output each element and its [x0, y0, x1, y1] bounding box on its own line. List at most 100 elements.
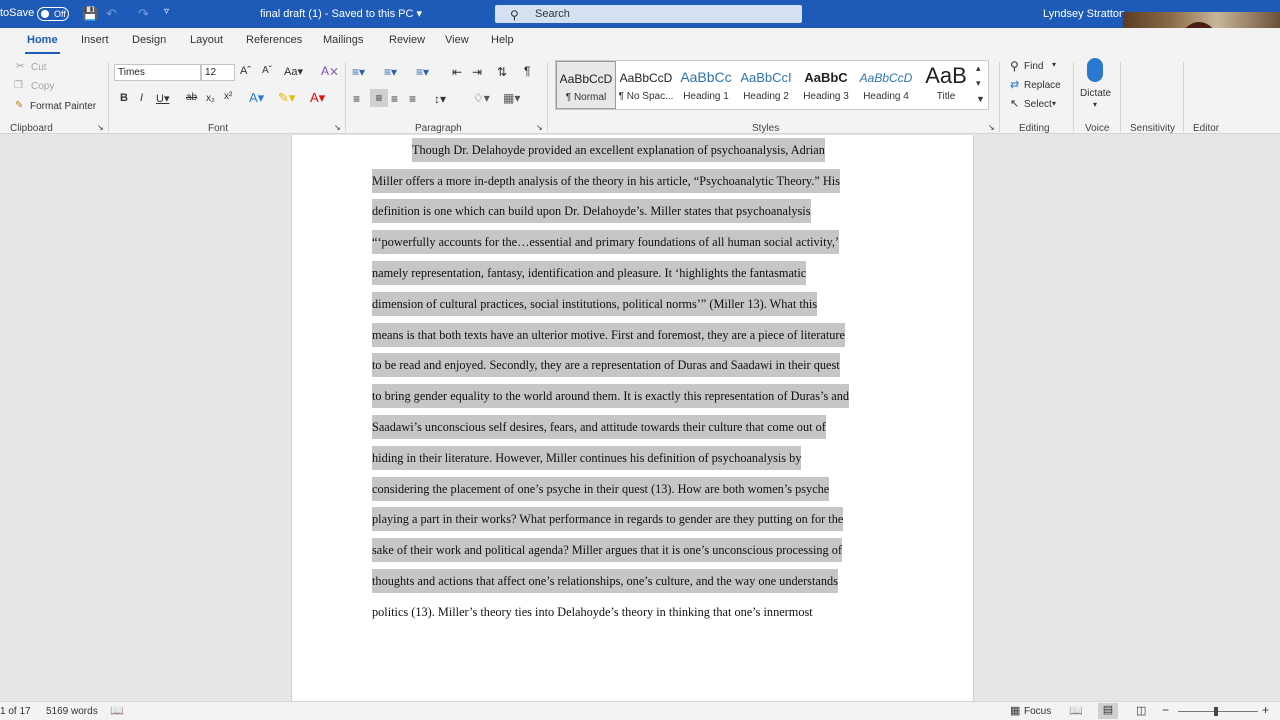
dictate-button[interactable]: Dictate — [1080, 88, 1111, 99]
styles-launcher-icon[interactable]: ↘ — [988, 123, 995, 132]
underline-icon[interactable]: U▾ — [156, 92, 169, 105]
document-title[interactable]: final draft (1) - Saved to this PC ▾ — [260, 7, 422, 20]
change-case-icon[interactable]: Aa▾ — [284, 65, 303, 78]
text-line[interactable]: means is that both texts have an ulterio… — [372, 323, 845, 347]
format-painter-button[interactable]: Format Painter — [30, 101, 96, 112]
tab-references[interactable]: References — [246, 34, 302, 46]
format-painter-icon[interactable]: ✎ — [15, 100, 23, 111]
text-line[interactable]: thoughts and actions that affect one’s r… — [372, 569, 838, 593]
read-mode-icon[interactable]: 📖 — [1069, 704, 1083, 717]
tab-view[interactable]: View — [445, 34, 469, 46]
focus-icon[interactable]: ▦ — [1010, 704, 1020, 717]
style-no-spacing[interactable]: AaBbCcD ¶ No Spac... — [616, 61, 676, 109]
align-left-icon[interactable]: ≡ — [353, 92, 360, 106]
text-effects-icon[interactable]: A▾ — [249, 90, 264, 106]
styles-scroll-up-icon[interactable]: ▴ — [976, 63, 981, 74]
find-button[interactable]: Find — [1024, 61, 1043, 72]
tab-review[interactable]: Review — [389, 34, 425, 46]
subscript-icon[interactable]: x₂ — [206, 93, 215, 104]
bullets-icon[interactable]: ≡▾ — [352, 65, 365, 79]
shading-icon[interactable]: ♢▾ — [473, 91, 490, 105]
bold-icon[interactable]: B — [120, 92, 128, 104]
tab-help[interactable]: Help — [491, 34, 514, 46]
style-normal[interactable]: AaBbCcD ¶ Normal — [556, 61, 616, 109]
line-spacing-icon[interactable]: ↕▾ — [434, 92, 446, 106]
style-heading-2[interactable]: AaBbCcI Heading 2 — [736, 61, 796, 109]
sort-icon[interactable]: ⇅ — [497, 65, 507, 79]
text-line[interactable]: definition is one which can build upon D… — [372, 199, 811, 223]
cut-button[interactable]: Cut — [31, 62, 47, 73]
customize-qat-icon[interactable]: ▿ — [164, 6, 169, 17]
font-family-select[interactable]: Times — [114, 64, 201, 81]
text-line[interactable]: to be read and enjoyed. Secondly, they a… — [372, 353, 840, 377]
redo-icon[interactable]: ↷ — [138, 6, 149, 22]
text-line[interactable]: “‘powerfully accounts for the…essential … — [372, 230, 840, 254]
page-count[interactable]: 1 of 17 — [0, 706, 31, 717]
shrink-font-icon[interactable]: Aˇ — [262, 65, 272, 76]
font-size-select[interactable]: 12 — [201, 64, 235, 81]
text-line[interactable]: namely representation, fantasy, identifi… — [372, 261, 807, 285]
decrease-indent-icon[interactable]: ⇤ — [452, 65, 462, 79]
undo-icon[interactable]: ↶ — [106, 6, 117, 22]
save-icon[interactable]: 💾 — [82, 6, 98, 22]
text-line[interactable]: to bring gender equality to the world ar… — [372, 384, 850, 408]
text-line[interactable]: Saadawi’s unconscious self desires, fear… — [372, 415, 826, 439]
align-right-icon[interactable]: ≡ — [391, 92, 398, 106]
search-box[interactable]: ⚲ Search — [495, 5, 802, 23]
tab-layout[interactable]: Layout — [190, 34, 223, 46]
web-layout-icon[interactable]: ◫ — [1136, 704, 1146, 717]
replace-icon[interactable]: ⇄ — [1010, 78, 1019, 91]
justify-icon[interactable]: ≡ — [409, 92, 416, 106]
styles-more-icon[interactable]: ▼ — [976, 94, 985, 104]
zoom-out-icon[interactable]: − — [1162, 703, 1169, 717]
zoom-in-icon[interactable]: + — [1262, 703, 1269, 717]
font-color-icon[interactable]: A▾ — [310, 90, 325, 106]
select-icon[interactable]: ↖ — [1010, 97, 1019, 110]
tab-mailings[interactable]: Mailings — [323, 34, 363, 46]
copy-icon[interactable]: ❐ — [14, 80, 23, 91]
find-icon[interactable]: ⚲ — [1010, 59, 1019, 73]
select-dropdown-icon[interactable]: ▾ — [1052, 99, 1056, 108]
superscript-icon[interactable]: x² — [224, 91, 232, 102]
tab-home[interactable]: Home — [25, 34, 60, 54]
word-count[interactable]: 5169 words — [46, 706, 98, 717]
cut-icon[interactable]: ✂ — [16, 61, 24, 72]
show-marks-icon[interactable]: ¶ — [524, 64, 530, 78]
tab-design[interactable]: Design — [132, 34, 166, 46]
find-dropdown-icon[interactable]: ▾ — [1052, 60, 1056, 69]
zoom-slider-thumb[interactable] — [1214, 707, 1218, 716]
text-line[interactable]: sake of their work and political agenda?… — [372, 538, 843, 562]
autosave-toggle[interactable]: Off — [37, 7, 69, 21]
style-heading-3[interactable]: AaBbC Heading 3 — [796, 61, 856, 109]
user-name[interactable]: Lyndsey Stratton — [1043, 8, 1125, 20]
text-line[interactable]: Miller offers a more in-depth analysis o… — [372, 169, 840, 193]
document-page[interactable]: Though Dr. Delahoyde provided an excelle… — [291, 135, 974, 701]
select-button[interactable]: Select — [1024, 99, 1052, 110]
numbering-icon[interactable]: ≡▾ — [384, 65, 397, 79]
style-heading-1[interactable]: AaBbCc Heading 1 — [676, 61, 736, 109]
replace-button[interactable]: Replace — [1024, 80, 1061, 91]
strikethrough-icon[interactable]: ab — [186, 92, 197, 103]
text-line[interactable]: playing a part in their works? What perf… — [372, 507, 844, 531]
style-heading-4[interactable]: AaBbCcD Heading 4 — [856, 61, 916, 109]
grow-font-icon[interactable]: Aˆ — [240, 65, 251, 77]
zoom-slider[interactable] — [1178, 707, 1258, 716]
borders-icon[interactable]: ▦▾ — [503, 91, 520, 105]
increase-indent-icon[interactable]: ⇥ — [472, 65, 482, 79]
text-line[interactable]: politics (13). Miller’s theory ties into… — [372, 600, 813, 624]
tab-insert[interactable]: Insert — [81, 34, 109, 46]
dictate-dropdown-icon[interactable]: ▾ — [1093, 100, 1097, 109]
proofing-icon[interactable]: 📖 — [110, 704, 124, 717]
style-title[interactable]: AaB Title — [916, 61, 976, 109]
clear-formatting-icon[interactable]: A⨯ — [321, 64, 339, 78]
multilevel-list-icon[interactable]: ≡▾ — [416, 65, 429, 79]
copy-button[interactable]: Copy — [31, 81, 54, 92]
styles-scroll-down-icon[interactable]: ▾ — [976, 78, 981, 89]
microphone-icon[interactable] — [1087, 58, 1103, 82]
clipboard-launcher-icon[interactable]: ↘ — [97, 123, 104, 132]
font-launcher-icon[interactable]: ↘ — [334, 123, 341, 132]
text-line[interactable]: considering the placement of one’s psych… — [372, 477, 830, 501]
text-line[interactable]: Though Dr. Delahoyde provided an excelle… — [412, 138, 825, 162]
text-line[interactable]: hiding in their literature. However, Mil… — [372, 446, 802, 470]
align-center-icon[interactable]: ≡ — [370, 89, 388, 107]
